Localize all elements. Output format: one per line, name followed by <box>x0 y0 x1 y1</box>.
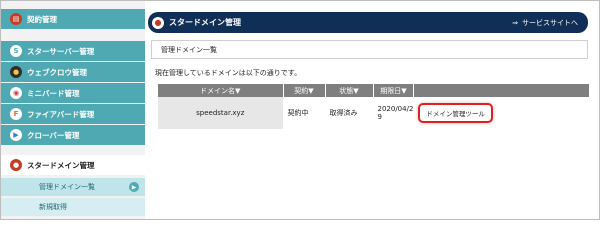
sidebar: ▤ 契約管理 S スターサーバー管理 ● ウェブクロウ管理 ◉ ミニバード管理 … <box>1 1 145 219</box>
sidebar-item-starserver[interactable]: S スターサーバー管理 <box>1 41 145 61</box>
service-site-label: サービスサイトへ <box>522 18 578 27</box>
column-header-contract[interactable]: 契約▼ <box>283 84 326 97</box>
sidebar-sub-label: 管理ドメイン一覧 <box>39 183 95 191</box>
action-cell: ドメイン管理ツール <box>413 97 589 129</box>
s-icon: S <box>10 45 22 57</box>
domain-management-tool-button[interactable]: ドメイン管理ツール <box>418 103 493 123</box>
sidebar-item-label: スターサーバー管理 <box>27 46 95 56</box>
bird-icon: ◉ <box>10 87 22 99</box>
arrow-right-icon: ⇒ <box>512 18 518 27</box>
stardomain-icon: ● <box>10 159 22 171</box>
column-header-domain[interactable]: ドメイン名▼ <box>158 84 284 97</box>
column-header-status[interactable]: 状態▼ <box>325 84 374 97</box>
section-description: 現在管理しているドメインは以下の通りです。 <box>155 69 302 77</box>
sidebar-sub-new-registration[interactable]: 新規取得 <box>1 198 145 216</box>
section-heading: 管理ドメイン一覧 <box>161 45 217 54</box>
sidebar-item-minibird[interactable]: ◉ ミニバード管理 <box>1 83 145 103</box>
sidebar-item-clover[interactable]: ▶ クローバー管理 <box>1 125 145 145</box>
contract-cell: 契約中 <box>283 97 326 129</box>
status-cell: 取得済み <box>325 97 374 129</box>
sidebar-item-firebird[interactable]: F ファイアバード管理 <box>1 104 145 124</box>
sidebar-item-stardomain[interactable]: ● スタードメイン管理 <box>1 155 145 175</box>
table-header-row: ドメイン名▼ 契約▼ 状態▼ 期限日▼ <box>158 84 589 97</box>
sidebar-item-label: スタードメイン管理 <box>27 160 95 170</box>
expiry-date-line2: 9 <box>377 113 382 121</box>
sidebar-sub-domain-list[interactable]: 管理ドメイン一覧 ▶ <box>1 178 145 196</box>
column-header-action <box>413 84 589 97</box>
firebird-icon: F <box>10 108 22 120</box>
clover-icon: ▶ <box>10 129 22 141</box>
table-row: speedstar.xyz 契約中 取得済み 2020/04/2 9 ドメイン管… <box>158 97 589 129</box>
sidebar-header-label: 契約管理 <box>27 14 57 24</box>
section-heading-box: 管理ドメイン一覧 <box>151 40 588 59</box>
chevron-right-icon: ▶ <box>129 182 139 192</box>
sidebar-item-label: クローバー管理 <box>27 130 80 140</box>
page-header-bar: ● スタードメイン管理 ⇒ サービスサイトへ <box>148 12 588 33</box>
sidebar-item-label: ミニバード管理 <box>27 88 80 98</box>
contract-icon: ▤ <box>10 13 22 25</box>
sidebar-item-label: ファイアバード管理 <box>27 109 95 119</box>
sidebar-item-webcrow[interactable]: ● ウェブクロウ管理 <box>1 62 145 82</box>
expiry-date-line1: 2020/04/2 <box>377 105 414 113</box>
sidebar-sub-label: 新規取得 <box>39 203 67 211</box>
domain-cell: speedstar.xyz <box>158 97 284 129</box>
expiry-cell: 2020/04/2 9 <box>373 97 415 129</box>
crow-icon: ● <box>10 66 22 78</box>
sidebar-item-label: ウェブクロウ管理 <box>27 67 87 77</box>
stardomain-icon: ● <box>152 16 164 29</box>
column-header-expiry[interactable]: 期限日▼ <box>373 84 415 97</box>
page-title: スタードメイン管理 <box>169 18 241 27</box>
sidebar-header-contract[interactable]: ▤ 契約管理 <box>1 9 145 29</box>
domain-table: ドメイン名▼ 契約▼ 状態▼ 期限日▼ speedstar.xyz 契約中 取得… <box>158 84 589 129</box>
service-site-link[interactable]: ⇒ サービスサイトへ <box>512 18 578 28</box>
